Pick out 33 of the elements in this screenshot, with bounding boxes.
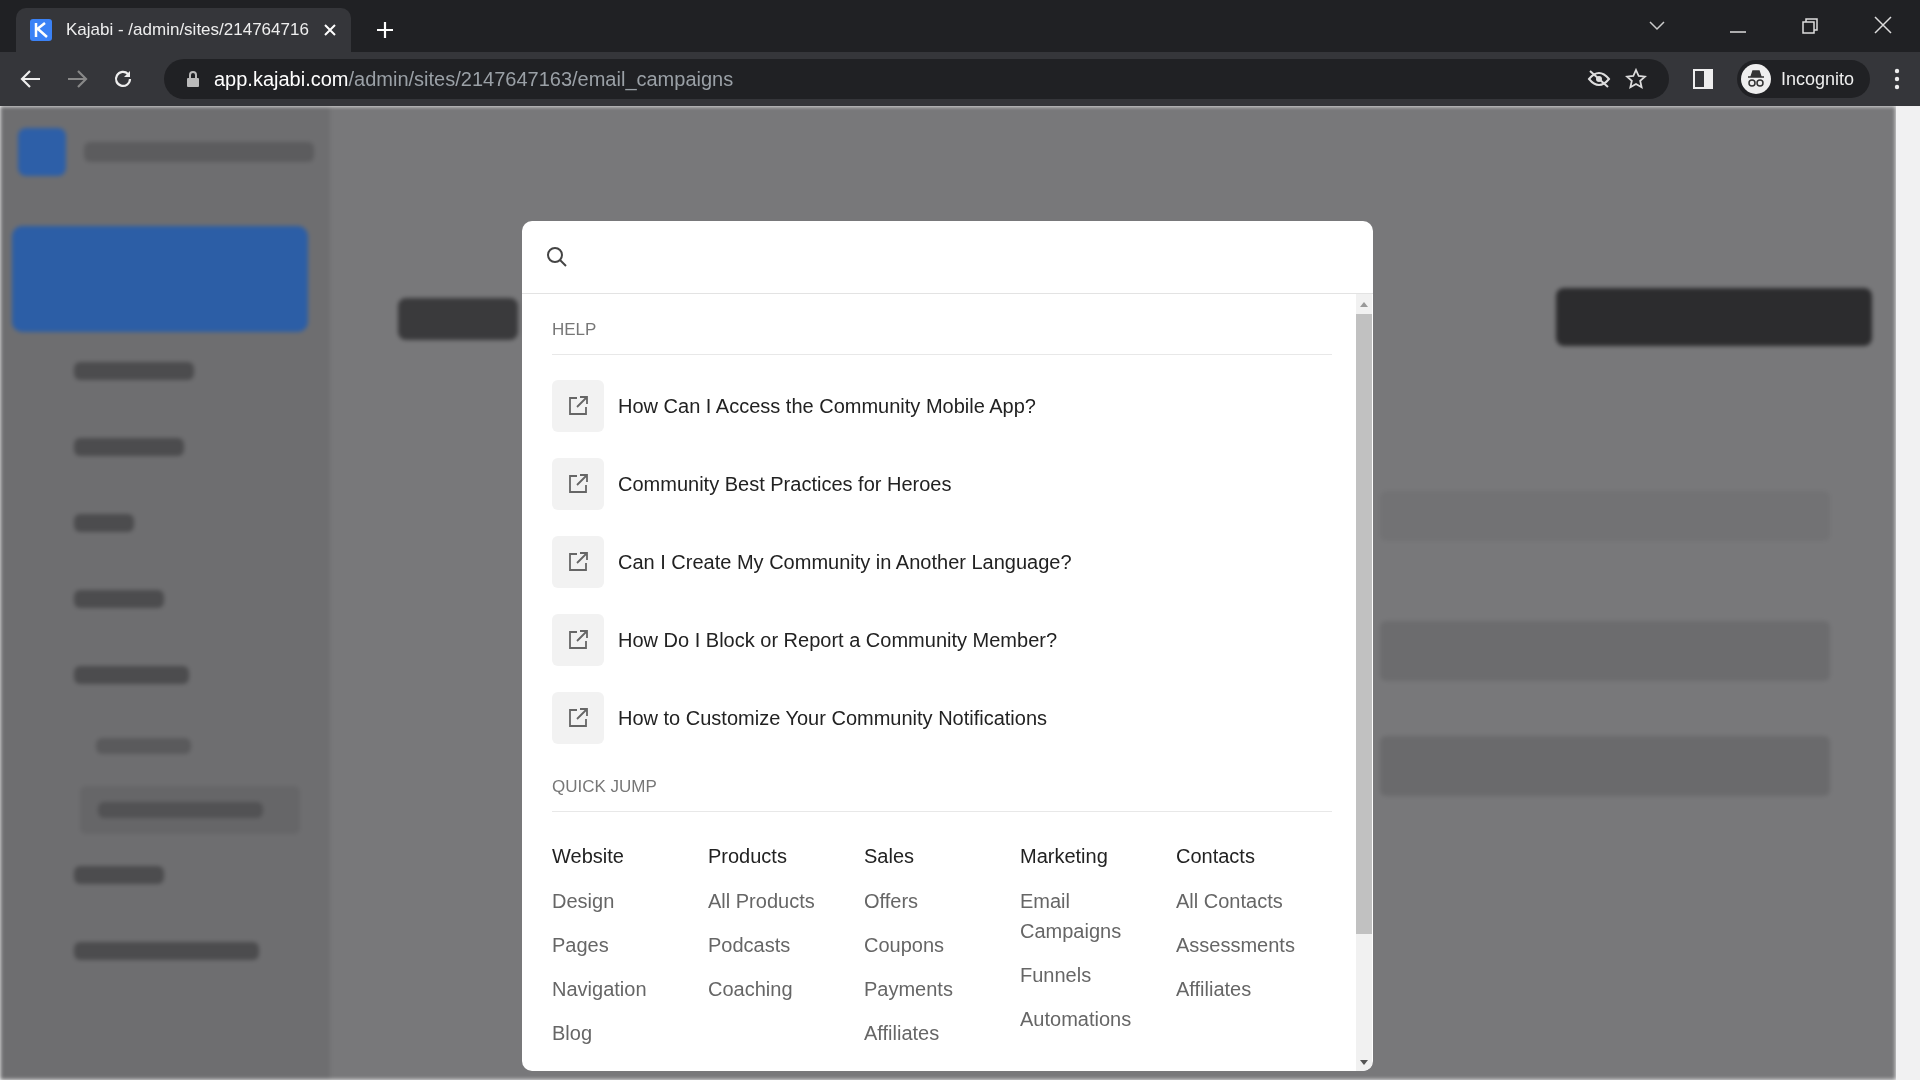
quick-jump-link[interactable]: Affiliates <box>864 1011 1020 1055</box>
tab-title: Kajabi - /admin/sites/214764716 <box>66 20 309 40</box>
column-title: Marketing <box>1020 844 1109 869</box>
quick-jump-link[interactable]: Funnels <box>1020 953 1176 997</box>
help-article-link[interactable]: Community Best Practices for Heroes <box>552 445 1332 523</box>
column-title: Website <box>552 844 625 869</box>
quick-jump-link[interactable]: Payments <box>864 967 1020 1011</box>
column-title: Products <box>708 844 788 869</box>
quick-jump-link[interactable]: Coupons <box>864 923 1020 967</box>
quick-jump-link[interactable]: Blog <box>552 1011 708 1055</box>
address-field[interactable]: app.kajabi.com/admin/sites/2147647163/email_campaigns <box>164 59 1669 99</box>
quick-jump-link[interactable]: All Contacts <box>1176 879 1332 923</box>
profile-button[interactable]: Incognito <box>1736 60 1870 98</box>
column-title: Sales <box>864 844 916 869</box>
column-title: Contacts <box>1176 844 1256 869</box>
quick-jump-link[interactable]: Email Campaigns <box>1020 879 1176 953</box>
help-article-link[interactable]: How Can I Access the Community Mobile App? <box>552 367 1332 445</box>
quick-jump-link[interactable]: Coaching <box>708 967 864 1011</box>
section-heading: HELP <box>552 310 1332 355</box>
browser-tab[interactable]: Kajabi - /admin/sites/214764716 <box>16 8 351 52</box>
quick-jump-link[interactable]: Podcasts <box>708 923 864 967</box>
section-heading: QUICK JUMP <box>552 767 1332 812</box>
quick-jump-link[interactable]: Automations <box>1020 997 1176 1041</box>
help-article-link[interactable]: How Do I Block or Report a Community Member? <box>552 601 1332 679</box>
help-article-link[interactable]: Can I Create My Community in Another Language? <box>552 523 1332 601</box>
quick-jump-link[interactable]: Affiliates <box>1176 967 1332 1011</box>
quick-jump-link[interactable]: All Products <box>708 879 864 923</box>
quick-jump-link[interactable]: Assessments <box>1176 923 1332 967</box>
quick-jump-link[interactable]: Navigation <box>552 967 708 1011</box>
quick-jump-link[interactable]: Design <box>552 879 708 923</box>
help-article-link[interactable]: How to Customize Your Community Notifications <box>552 679 1332 757</box>
quick-jump-link[interactable]: Offers <box>864 879 1020 923</box>
quick-jump-link[interactable]: Pages <box>552 923 708 967</box>
